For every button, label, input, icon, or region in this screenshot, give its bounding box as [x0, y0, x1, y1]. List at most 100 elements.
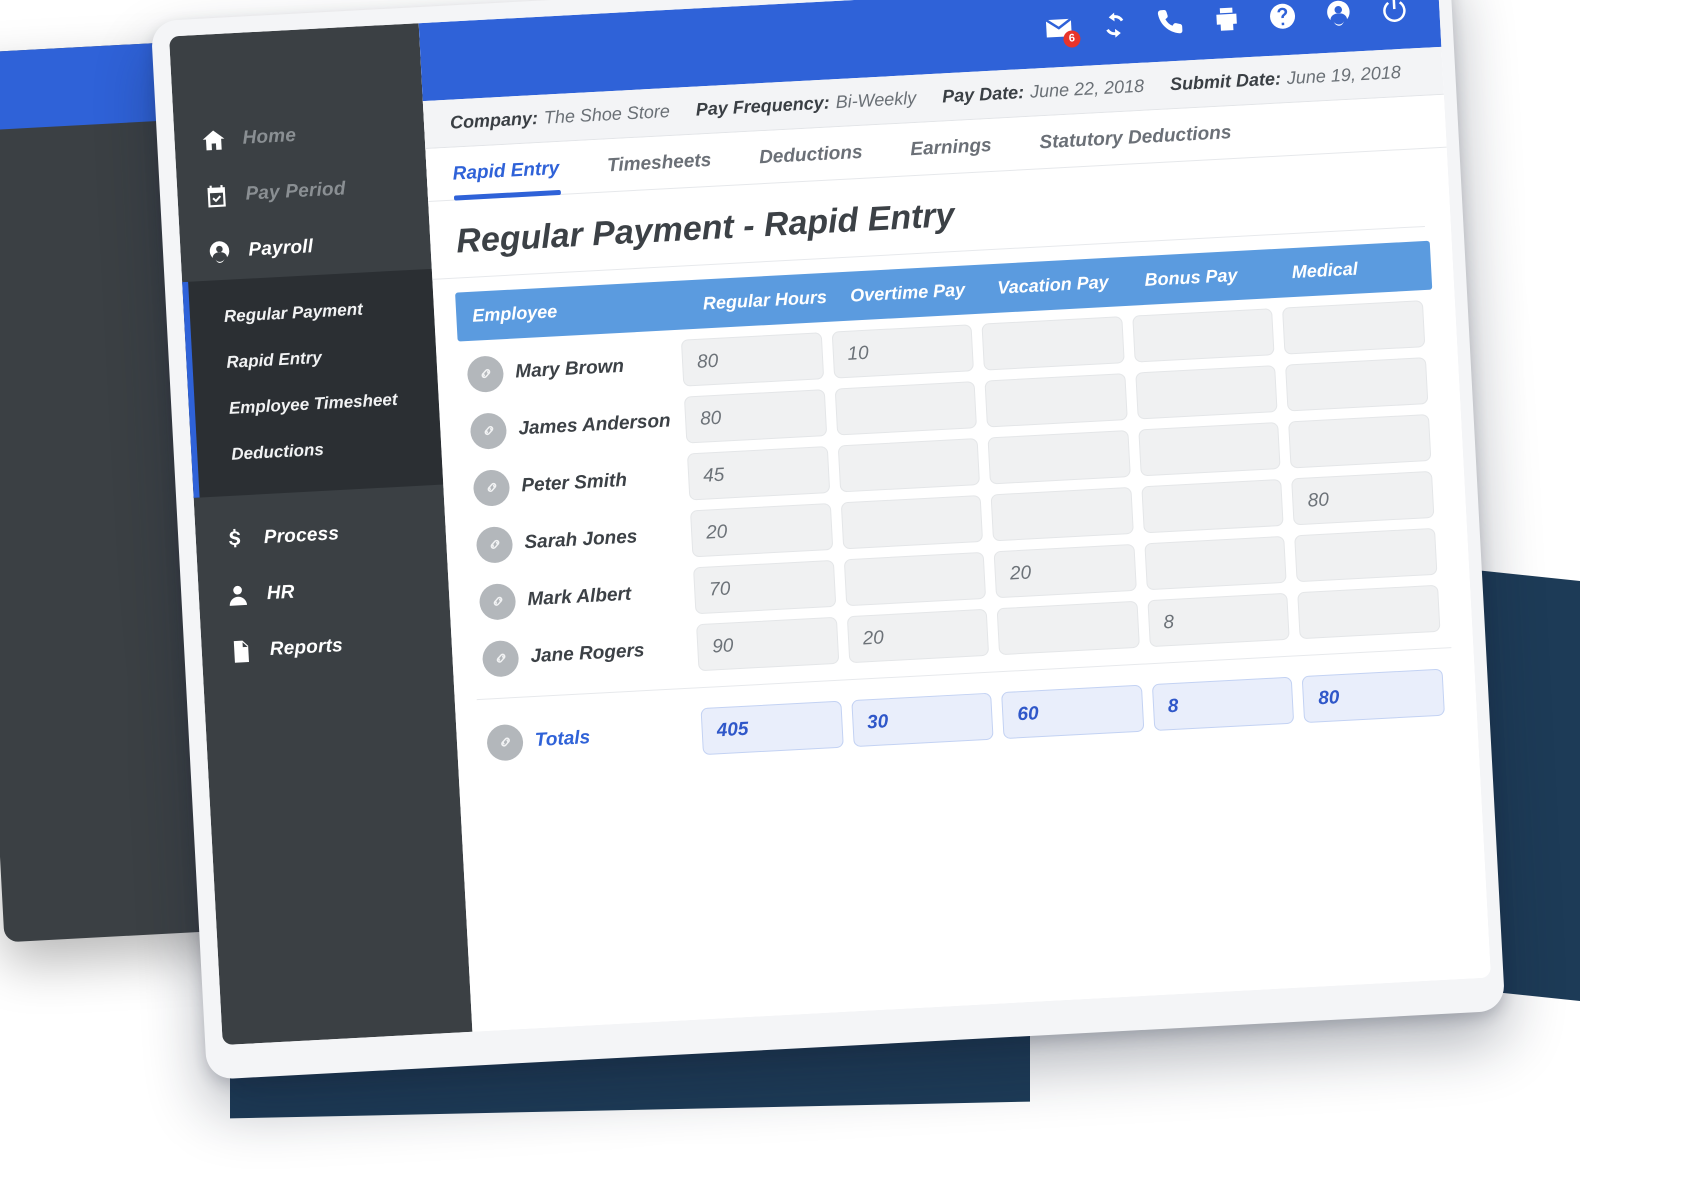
power-icon[interactable]: [1379, 0, 1411, 26]
input-regular-hours[interactable]: [683, 389, 827, 444]
info-submit-date-label: Submit Date:: [1169, 68, 1282, 95]
employee-cell: Jane Rogers: [474, 630, 699, 678]
info-pay-date-label: Pay Date:: [941, 82, 1025, 107]
cell-regular-hours: [680, 332, 824, 387]
column-header-bonus-pay: Bonus Pay: [1144, 265, 1239, 290]
main-content: 6 Company: The Shoe Store Pay Frequency:…: [418, 0, 1491, 1032]
input-medical[interactable]: [1288, 414, 1432, 469]
total-input-medical[interactable]: [1302, 668, 1445, 724]
input-overtime-pay[interactable]: [846, 608, 990, 664]
tab-rapid-entry[interactable]: Rapid Entry: [451, 141, 586, 200]
cell-medical: [1297, 584, 1441, 640]
sidebar-item-label: Payroll: [247, 236, 314, 261]
sidebar-item-label: Process: [263, 523, 340, 549]
sidebar-submenu-payroll: Regular Payment Rapid Entry Employee Tim…: [182, 268, 444, 498]
info-pay-date: Pay Date: June 22, 2018: [942, 76, 1145, 108]
total-cell-medical: [1302, 668, 1445, 724]
employee-name: Sarah Jones: [523, 525, 638, 553]
input-bonus-pay[interactable]: [1144, 535, 1288, 591]
input-medical[interactable]: [1285, 357, 1429, 412]
info-pay-frequency-label: Pay Frequency:: [695, 92, 831, 120]
input-medical[interactable]: [1282, 300, 1426, 355]
cell-regular-hours: [693, 559, 836, 615]
input-overtime-pay[interactable]: [831, 324, 975, 379]
input-bonus-pay[interactable]: [1132, 308, 1275, 363]
input-regular-hours[interactable]: [696, 616, 839, 672]
phone-icon[interactable]: [1155, 6, 1187, 38]
input-medical[interactable]: [1294, 527, 1438, 583]
input-bonus-pay[interactable]: [1141, 478, 1285, 534]
total-input-bonus-pay[interactable]: [1151, 676, 1295, 732]
link-icon: [472, 468, 511, 507]
cell-vacation-pay: [981, 316, 1125, 371]
employee-name: Mark Albert: [526, 583, 632, 610]
link-icon: [478, 582, 517, 621]
input-bonus-pay[interactable]: [1147, 592, 1291, 648]
totals-label-cell: Totals: [478, 714, 703, 762]
user-badge-icon: [206, 238, 233, 265]
info-submit-date-value: June 19, 2018: [1286, 62, 1402, 89]
column-header-employee: Employee: [471, 301, 558, 326]
tab-timesheets[interactable]: Timesheets: [606, 132, 739, 191]
column-header-vacation-pay: Vacation Pay: [996, 271, 1110, 298]
input-vacation-pay[interactable]: [990, 486, 1134, 542]
info-company: Company: The Shoe Store: [449, 101, 670, 134]
total-cell-regular-hours: [700, 700, 844, 756]
input-regular-hours[interactable]: [689, 502, 833, 558]
table-body: Mary Brown James Anderson Peter Smith Sarah…: [458, 300, 1450, 683]
cell-bonus-pay: [1141, 478, 1285, 534]
totals-row: Totals: [478, 668, 1455, 767]
sidebar-item-reports[interactable]: Reports: [200, 612, 453, 681]
sidebar-item-label: Pay Period: [244, 178, 347, 205]
person-icon: [224, 582, 251, 609]
refresh-icon[interactable]: [1099, 9, 1131, 41]
input-overtime-pay[interactable]: [843, 551, 987, 607]
total-input-vacation-pay[interactable]: [1001, 684, 1145, 740]
input-regular-hours[interactable]: [686, 446, 830, 501]
sidebar-lower-group: Process HR Reports: [194, 485, 453, 682]
cell-bonus-pay: [1144, 535, 1288, 591]
input-overtime-pay[interactable]: [834, 381, 978, 436]
cell-overtime-pay: [840, 494, 984, 550]
tab-deductions[interactable]: Deductions: [758, 124, 890, 183]
mail-badge: 6: [1062, 30, 1081, 48]
input-vacation-pay[interactable]: [987, 430, 1131, 485]
link-icon: [481, 639, 520, 678]
input-vacation-pay[interactable]: [981, 316, 1125, 371]
input-overtime-pay[interactable]: [837, 438, 981, 493]
document-icon: [227, 638, 254, 665]
input-regular-hours[interactable]: [693, 559, 836, 615]
cell-bonus-pay: [1138, 422, 1281, 477]
cell-overtime-pay: [843, 551, 987, 607]
info-company-label: Company:: [449, 108, 539, 133]
totals-label: Totals: [534, 726, 591, 751]
employee-cell: Mark Albert: [471, 573, 696, 621]
cell-overtime-pay: [846, 608, 990, 664]
rapid-entry-table: Employee Regular Hours Overtime Pay Vaca…: [432, 226, 1477, 769]
mockup-stage: Home Pay Period Payroll Regular Payment: [0, 0, 1685, 1200]
employee-name: Mary Brown: [514, 355, 625, 383]
mail-icon[interactable]: 6: [1043, 12, 1081, 48]
input-medical[interactable]: [1291, 470, 1435, 526]
total-input-regular-hours[interactable]: [700, 700, 844, 756]
tab-earnings[interactable]: Earnings: [909, 118, 1019, 176]
cell-vacation-pay: [993, 543, 1137, 599]
input-bonus-pay[interactable]: [1138, 422, 1281, 477]
input-regular-hours[interactable]: [680, 332, 824, 387]
employee-name: Jane Rogers: [529, 639, 645, 667]
user-icon[interactable]: [1323, 0, 1355, 29]
link-icon: [475, 525, 514, 564]
input-vacation-pay[interactable]: [996, 600, 1140, 656]
print-icon[interactable]: [1211, 3, 1243, 35]
input-bonus-pay[interactable]: [1135, 365, 1278, 420]
help-icon[interactable]: [1267, 0, 1299, 32]
input-vacation-pay[interactable]: [993, 543, 1137, 599]
link-icon: [466, 354, 505, 393]
total-input-overtime-pay[interactable]: [850, 692, 994, 748]
cell-medical: [1294, 527, 1438, 583]
input-overtime-pay[interactable]: [840, 494, 984, 550]
input-medical[interactable]: [1297, 584, 1441, 640]
cell-overtime-pay: [834, 381, 978, 436]
input-vacation-pay[interactable]: [984, 373, 1128, 428]
total-cell-overtime-pay: [850, 692, 994, 748]
